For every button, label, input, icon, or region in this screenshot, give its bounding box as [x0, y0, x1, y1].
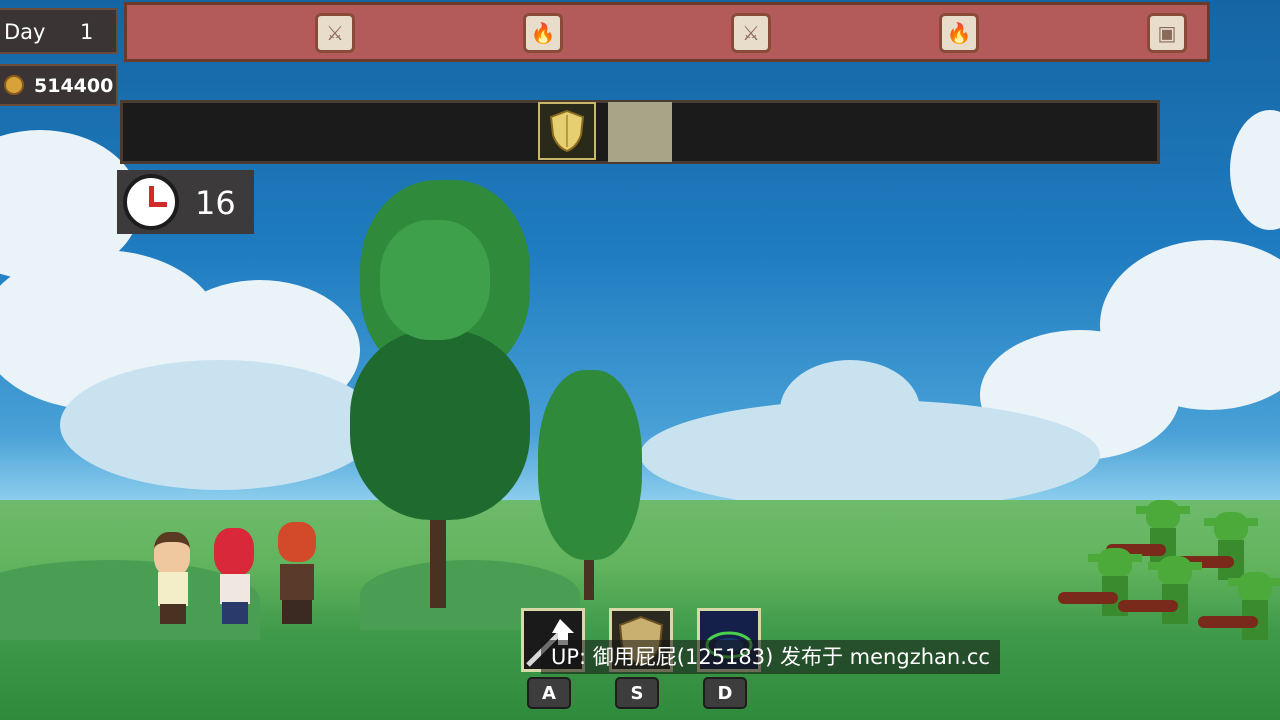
day-label: Day	[4, 20, 46, 44]
hero-mage	[212, 528, 258, 624]
day-counter: Day 1	[0, 8, 118, 54]
gold-counter: 514400	[0, 64, 118, 106]
goblin-enemy	[1058, 548, 1142, 638]
journey-track: ⚔ 🔥 ⚔ 🔥 ▣	[124, 2, 1210, 62]
tree-foliage	[538, 370, 642, 560]
watermark-text: UP: 御用屁屁(125183) 发布于 mengzhan.cc	[541, 640, 1000, 674]
campfire-icon: 🔥	[939, 13, 979, 53]
hero-warrior	[272, 522, 322, 624]
coin-icon	[4, 75, 24, 95]
hero-villager	[150, 532, 196, 624]
gold-amount: 514400	[34, 75, 114, 97]
day-number: 1	[80, 20, 94, 44]
cloud	[640, 400, 1100, 510]
key-a-button[interactable]: A	[527, 677, 571, 709]
key-s-button[interactable]: S	[615, 677, 659, 709]
sword-icon: ⚔	[731, 13, 771, 53]
sword-icon: ⚔	[315, 13, 355, 53]
campfire-icon: 🔥	[523, 13, 563, 53]
shield-icon	[538, 102, 596, 160]
treasure-icon: ▣	[1147, 13, 1187, 53]
key-d-button[interactable]: D	[703, 677, 747, 709]
tree-foliage	[350, 330, 530, 520]
turn-timer: 16	[117, 170, 254, 234]
clock-icon	[123, 174, 179, 230]
tree-foliage	[380, 220, 490, 340]
goblin-enemy	[1118, 556, 1202, 646]
cloud	[60, 360, 380, 490]
goblin-enemy	[1198, 572, 1280, 662]
timing-cursor	[608, 102, 672, 162]
timer-value: 16	[195, 184, 236, 222]
